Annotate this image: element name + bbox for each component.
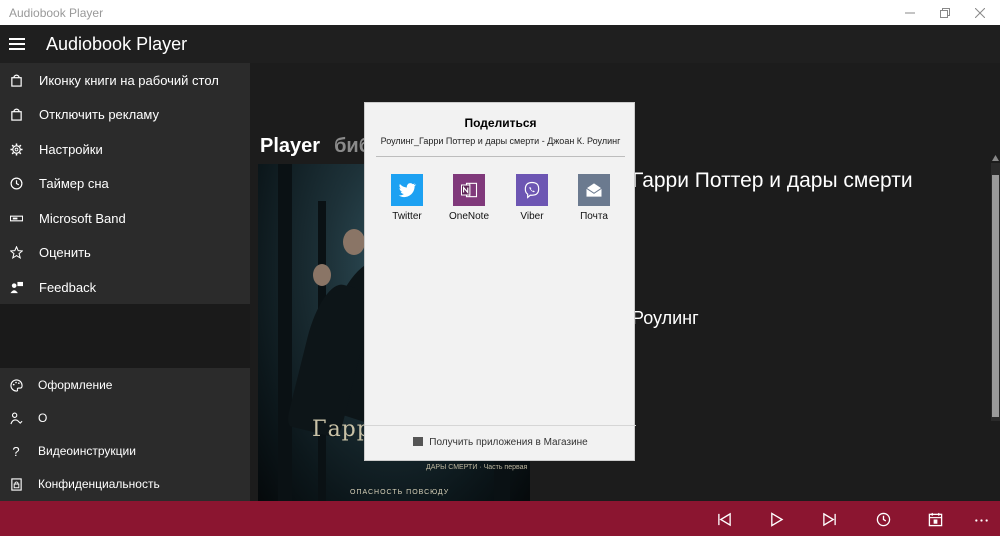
sleep-timer-button[interactable] [875, 511, 891, 527]
book-author: Роулинг [632, 308, 699, 328]
menu-item-label: Оценить [39, 244, 91, 260]
play-icon [770, 511, 783, 527]
menu-item-video-tutorials[interactable]: ? Видеоинструкции [0, 434, 250, 468]
cover-tagline: ОПАСНОСТЬ ПОВСЮДУ [350, 489, 450, 496]
store-link[interactable]: Получить приложения в Магазине [365, 437, 636, 448]
help-icon: ? [12, 443, 20, 459]
app-title: Audiobook Player [46, 34, 188, 54]
close-icon [975, 7, 985, 18]
restore-icon [940, 7, 950, 18]
book-title: Гарри Поттер и дары смерти [632, 169, 913, 192]
store-link-label: Получить приложения в Магазине [429, 437, 588, 448]
next-icon [822, 512, 836, 526]
menu-item-sleep-timer[interactable]: Таймер сна [0, 166, 250, 200]
share-target-twitter[interactable]: Twitter [380, 174, 434, 222]
menu-item-label: Отключить рекламу [39, 106, 160, 122]
bag-icon [9, 73, 23, 87]
share-target-onenote[interactable]: OneNote [442, 174, 496, 222]
share-dialog: Поделиться Роулинг_Гарри Поттер и дары с… [364, 102, 636, 461]
menu-item-label: О [38, 411, 48, 425]
restore-button[interactable] [928, 0, 962, 25]
player-bar [0, 501, 1000, 536]
star-icon [9, 245, 23, 259]
pivot-tabs: Player биб [260, 135, 371, 158]
menu-item-label: Feedback [39, 279, 97, 295]
band-icon [9, 211, 23, 225]
menu-item-label: Видеоинструкции [38, 444, 136, 458]
mail-icon [578, 174, 610, 206]
share-subtitle: Роулинг_Гарри Поттер и дары смерти - Джо… [380, 136, 621, 146]
viber-icon [516, 174, 548, 206]
minimize-button[interactable] [893, 0, 927, 25]
menu-item-remove-ads[interactable]: Отключить рекламу [0, 97, 250, 131]
menu-item-rate[interactable]: Оценить [0, 235, 250, 269]
more-button[interactable] [973, 511, 989, 527]
onenote-icon [453, 174, 485, 206]
store-icon [413, 437, 424, 446]
previous-button[interactable] [716, 511, 732, 527]
palette-icon [9, 378, 23, 392]
feedback-icon [9, 280, 23, 294]
menu-item-pin-to-desktop[interactable]: Иконку книги на рабочий стол [0, 63, 250, 97]
clock-icon [9, 176, 23, 190]
window-title: Audiobook Player [9, 6, 104, 20]
calendar-icon [928, 512, 942, 526]
side-menu-bottom: Оформление О ? Видеоинструкции Конфиденц… [0, 368, 250, 501]
cover-subtitle: ДАРЫ СМЕРТИ · Часть первая [426, 464, 528, 471]
next-button[interactable] [821, 511, 837, 527]
share-target-label: OneNote [448, 211, 490, 222]
side-menu: Иконку книги на рабочий стол Отключить р… [0, 63, 250, 304]
hamburger-menu-icon[interactable] [9, 38, 25, 50]
menu-item-label: Microsoft Band [39, 210, 126, 226]
share-target-label: Viber [520, 211, 544, 222]
bag-icon [9, 107, 23, 121]
minimize-icon [905, 12, 915, 13]
menu-item-label: Таймер сна [39, 175, 109, 191]
tab-player[interactable]: Player [260, 135, 320, 157]
menu-item-label: Настройки [39, 141, 103, 157]
privacy-icon [9, 477, 23, 491]
close-button[interactable] [963, 0, 997, 25]
menu-item-feedback[interactable]: Feedback [0, 270, 250, 304]
menu-item-label: Иконку книги на рабочий стол [39, 72, 219, 88]
menu-item-privacy[interactable]: Конфиденциальность [0, 467, 250, 501]
menu-item-about[interactable]: О [0, 401, 250, 435]
timer-icon [876, 512, 890, 526]
scrollbar[interactable] [991, 163, 1000, 421]
app-header: Audiobook Player [0, 25, 1000, 63]
twitter-icon [391, 174, 423, 206]
scrollbar-thumb[interactable] [992, 175, 999, 417]
menu-item-label: Оформление [38, 378, 113, 392]
previous-icon [717, 512, 731, 526]
share-target-label: Twitter [392, 211, 422, 222]
gear-icon [9, 142, 23, 156]
menu-item-settings[interactable]: Настройки [0, 132, 250, 166]
menu-item-microsoft-band[interactable]: Microsoft Band [0, 201, 250, 235]
share-title: Поделиться [464, 116, 537, 130]
scroll-up-icon[interactable] [992, 155, 999, 161]
window-titlebar: Audiobook Player [0, 0, 1000, 25]
play-button[interactable] [768, 511, 784, 527]
menu-item-appearance[interactable]: Оформление [0, 368, 250, 402]
bookmark-button[interactable] [927, 511, 943, 527]
more-icon [974, 518, 988, 522]
person-icon [9, 411, 23, 425]
share-target-mail[interactable]: Почта [567, 174, 621, 222]
share-target-viber[interactable]: Viber [505, 174, 559, 222]
menu-item-label: Конфиденциальность [38, 477, 160, 491]
share-target-label: Почта [580, 211, 608, 222]
